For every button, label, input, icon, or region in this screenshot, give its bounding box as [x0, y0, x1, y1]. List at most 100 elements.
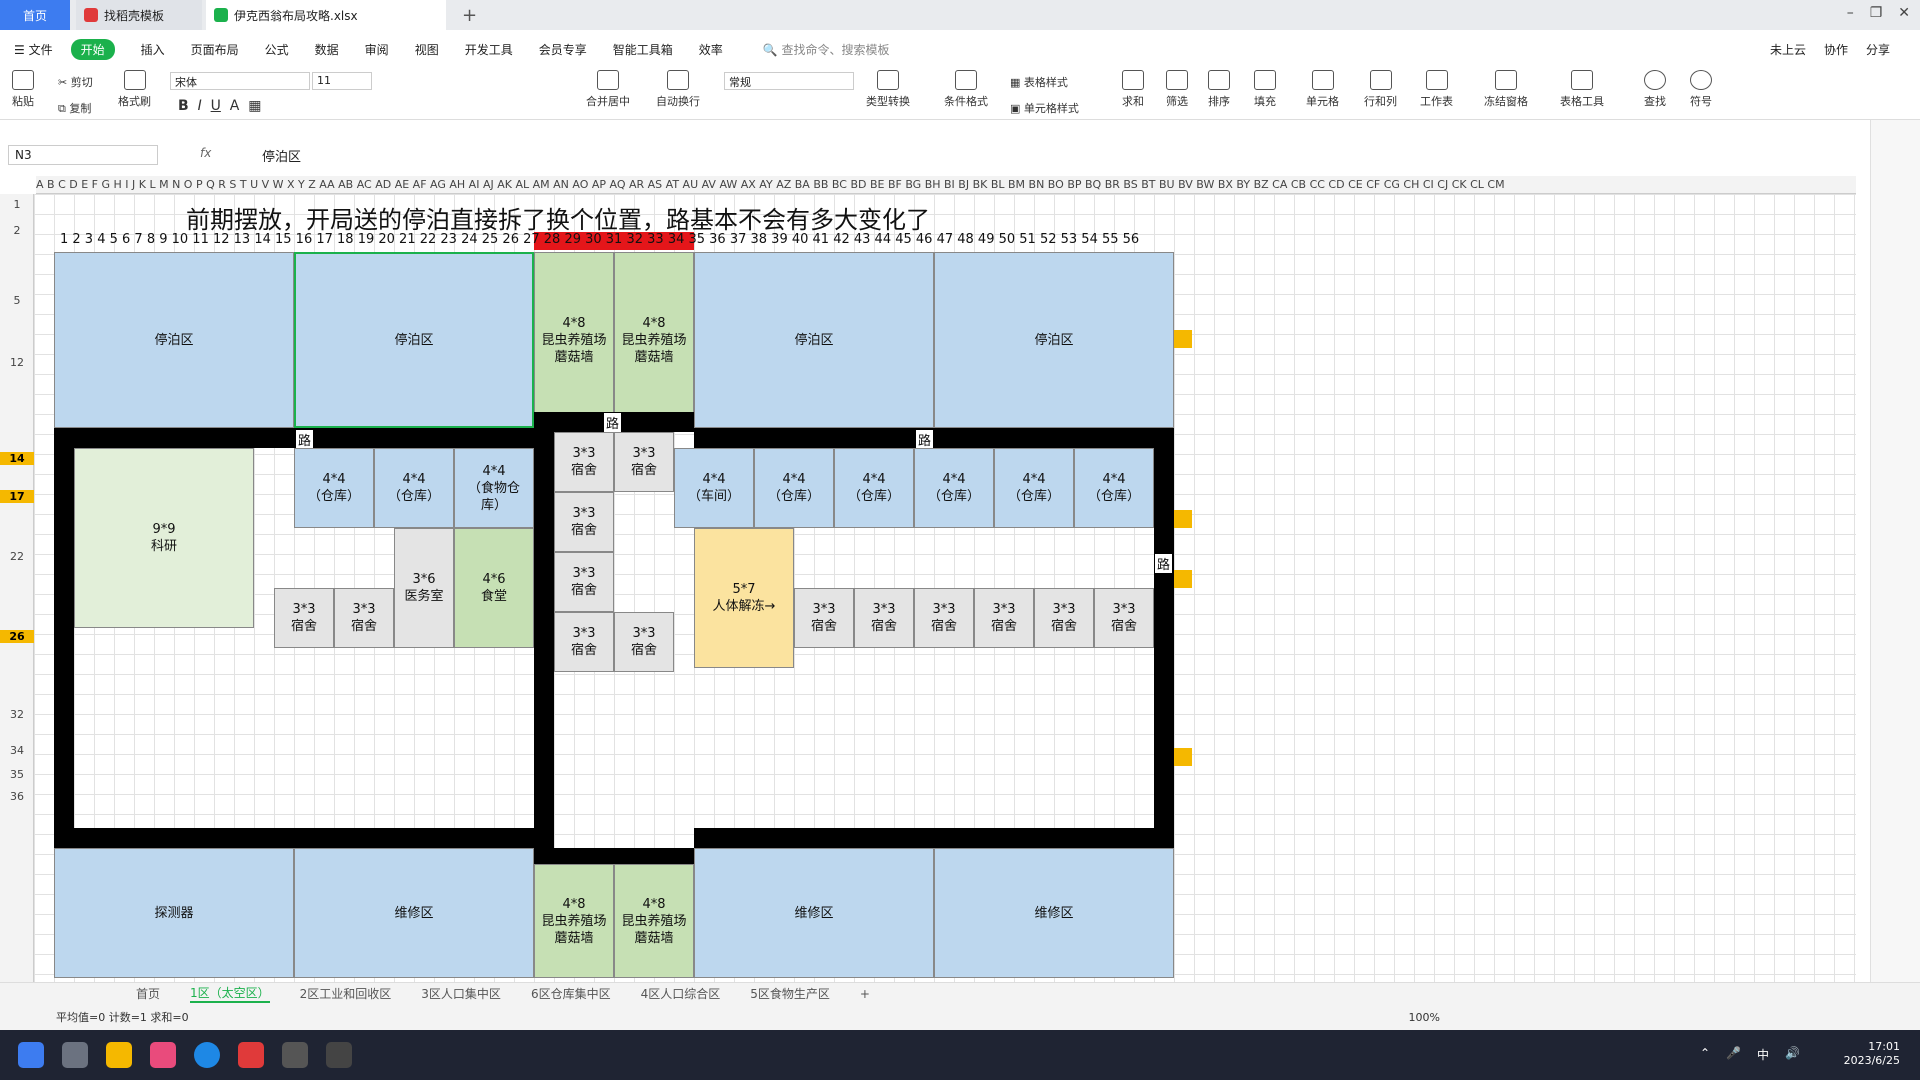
up-arrow-icon[interactable]: ⌃: [1700, 1046, 1710, 1063]
clock[interactable]: 17:01 2023/6/25: [1844, 1040, 1900, 1068]
find-button[interactable]: 查找: [1644, 70, 1666, 109]
dormitory[interactable]: 3*3 宿舍: [554, 552, 614, 612]
formula-input[interactable]: 停泊区: [262, 146, 301, 165]
row-header[interactable]: 5: [0, 294, 34, 307]
fill-button[interactable]: 填充: [1254, 70, 1276, 109]
cell-style-button[interactable]: ▣ 单元格样式: [1010, 100, 1079, 116]
cut-button[interactable]: ✂ 剪切: [58, 74, 93, 90]
dormitory[interactable]: 3*3 宿舍: [554, 612, 614, 672]
cryo-thaw[interactable]: 5*7 人体解冻→: [694, 528, 794, 668]
sheet-tab[interactable]: 首页: [136, 985, 160, 1002]
browser-icon[interactable]: [194, 1042, 220, 1068]
font-style-buttons[interactable]: B I U A ▦: [178, 98, 261, 114]
sheet-tab[interactable]: 4区人口综合区: [641, 985, 721, 1002]
dock-area-selected[interactable]: 停泊区: [294, 252, 534, 428]
warehouse[interactable]: 4*4 （仓库）: [994, 448, 1074, 528]
new-tab-button[interactable]: +: [462, 5, 477, 26]
dock-area[interactable]: 停泊区: [694, 252, 934, 428]
row-header[interactable]: 36: [0, 790, 34, 803]
insect-farm[interactable]: 4*8 昆虫养殖场 蘑菇墙: [534, 252, 614, 428]
sort-button[interactable]: 排序: [1208, 70, 1230, 109]
repair-area[interactable]: 维修区: [694, 848, 934, 978]
copy-button[interactable]: ⧉ 复制: [58, 100, 91, 116]
insect-farm[interactable]: 4*8 昆虫养殖场 蘑菇墙: [614, 864, 694, 978]
name-box[interactable]: N3: [8, 145, 158, 165]
menu-view[interactable]: 视图: [415, 41, 439, 58]
menu-formulas[interactable]: 公式: [265, 41, 289, 58]
menu-page-layout[interactable]: 页面布局: [191, 41, 239, 58]
row-header[interactable]: 35: [0, 768, 34, 781]
command-search[interactable]: 🔍 查找命令、搜索模板: [763, 41, 890, 58]
sheet-tab-active[interactable]: 1区（太空区）: [190, 984, 270, 1003]
insect-farm[interactable]: 4*8 昆虫养殖场 蘑菇墙: [534, 864, 614, 978]
number-format-select[interactable]: 常规: [724, 72, 854, 90]
paste-button[interactable]: 粘贴: [12, 70, 34, 109]
add-sheet-button[interactable]: +: [860, 987, 870, 1001]
menu-member[interactable]: 会员专享: [539, 41, 587, 58]
app-icon[interactable]: [150, 1042, 176, 1068]
row-header[interactable]: 2: [0, 224, 34, 237]
repair-area[interactable]: 维修区: [294, 848, 534, 978]
start-icon[interactable]: [18, 1042, 44, 1068]
dormitory[interactable]: 3*3 宿舍: [1094, 588, 1154, 648]
warehouse[interactable]: 4*4 （仓库）: [754, 448, 834, 528]
dock-area[interactable]: 停泊区: [54, 252, 294, 428]
worksheet-button[interactable]: 工作表: [1420, 70, 1453, 109]
detector[interactable]: 探测器: [54, 848, 294, 978]
app-icon[interactable]: [326, 1042, 352, 1068]
row-header[interactable]: 1: [0, 198, 34, 211]
medical-room[interactable]: 3*6 医务室: [394, 528, 454, 648]
warehouse[interactable]: 4*4 （仓库）: [834, 448, 914, 528]
volume-icon[interactable]: 🔊: [1785, 1046, 1800, 1063]
collab-button[interactable]: 协作: [1824, 41, 1848, 58]
dormitory[interactable]: 3*3 宿舍: [554, 492, 614, 552]
close-icon[interactable]: ✕: [1898, 5, 1910, 21]
fx-label[interactable]: fx: [200, 146, 211, 160]
app-icon[interactable]: [282, 1042, 308, 1068]
table-tools-button[interactable]: 表格工具: [1560, 70, 1604, 109]
share-button[interactable]: 分享: [1866, 41, 1890, 58]
merge-center-button[interactable]: 合并居中: [586, 70, 630, 109]
sheet-tab[interactable]: 6区仓库集中区: [531, 985, 611, 1002]
font-select[interactable]: 宋体: [170, 72, 310, 90]
warehouse[interactable]: 4*4 （仓库）: [374, 448, 454, 528]
row-header[interactable]: 26: [0, 630, 34, 643]
dock-area[interactable]: 停泊区: [934, 252, 1174, 428]
menu-insert[interactable]: 插入: [141, 41, 165, 58]
row-header[interactable]: 17: [0, 490, 34, 503]
dormitory[interactable]: 3*3 宿舍: [914, 588, 974, 648]
dormitory[interactable]: 3*3 宿舍: [554, 432, 614, 492]
row-header[interactable]: 14: [0, 452, 34, 465]
research-lab[interactable]: 9*9 科研: [74, 448, 254, 628]
menu-file[interactable]: ☰ 文件: [14, 41, 53, 58]
wps-icon[interactable]: [238, 1042, 264, 1068]
menu-efficiency[interactable]: 效率: [699, 41, 723, 58]
microphone-icon[interactable]: 🎤: [1726, 1046, 1741, 1063]
insect-farm[interactable]: 4*8 昆虫养殖场 蘑菇墙: [614, 252, 694, 428]
dormitory[interactable]: 3*3 宿舍: [274, 588, 334, 648]
menu-smart-tools[interactable]: 智能工具箱: [613, 41, 673, 58]
dormitory[interactable]: 3*3 宿舍: [974, 588, 1034, 648]
tab-spreadsheet-file[interactable]: 伊克西翁布局攻略.xlsx: [206, 0, 446, 30]
restore-icon[interactable]: ❐: [1870, 5, 1883, 21]
warehouse[interactable]: 4*4 （仓库）: [1074, 448, 1154, 528]
input-method[interactable]: 中: [1757, 1046, 1769, 1063]
menu-review[interactable]: 审阅: [365, 41, 389, 58]
row-header[interactable]: 32: [0, 708, 34, 721]
sheet-tab[interactable]: 2区工业和回收区: [300, 985, 392, 1002]
dormitory[interactable]: 3*3 宿舍: [1034, 588, 1094, 648]
repair-area[interactable]: 维修区: [934, 848, 1174, 978]
workshop[interactable]: 4*4 （车间）: [674, 448, 754, 528]
freeze-panes-button[interactable]: 冻结窗格: [1484, 70, 1528, 109]
row-header[interactable]: 12: [0, 356, 34, 369]
symbol-button[interactable]: 符号: [1690, 70, 1712, 109]
dormitory[interactable]: 3*3 宿舍: [614, 612, 674, 672]
type-convert-button[interactable]: 类型转换: [866, 70, 910, 109]
menu-start[interactable]: 开始: [70, 38, 115, 60]
row-header[interactable]: 22: [0, 550, 34, 563]
menu-developer[interactable]: 开发工具: [465, 41, 513, 58]
font-size-select[interactable]: 11: [312, 72, 372, 90]
conditional-format-button[interactable]: 条件格式: [944, 70, 988, 109]
format-painter-button[interactable]: 格式刷: [118, 70, 151, 109]
food-warehouse[interactable]: 4*4 （食物仓 库）: [454, 448, 534, 528]
